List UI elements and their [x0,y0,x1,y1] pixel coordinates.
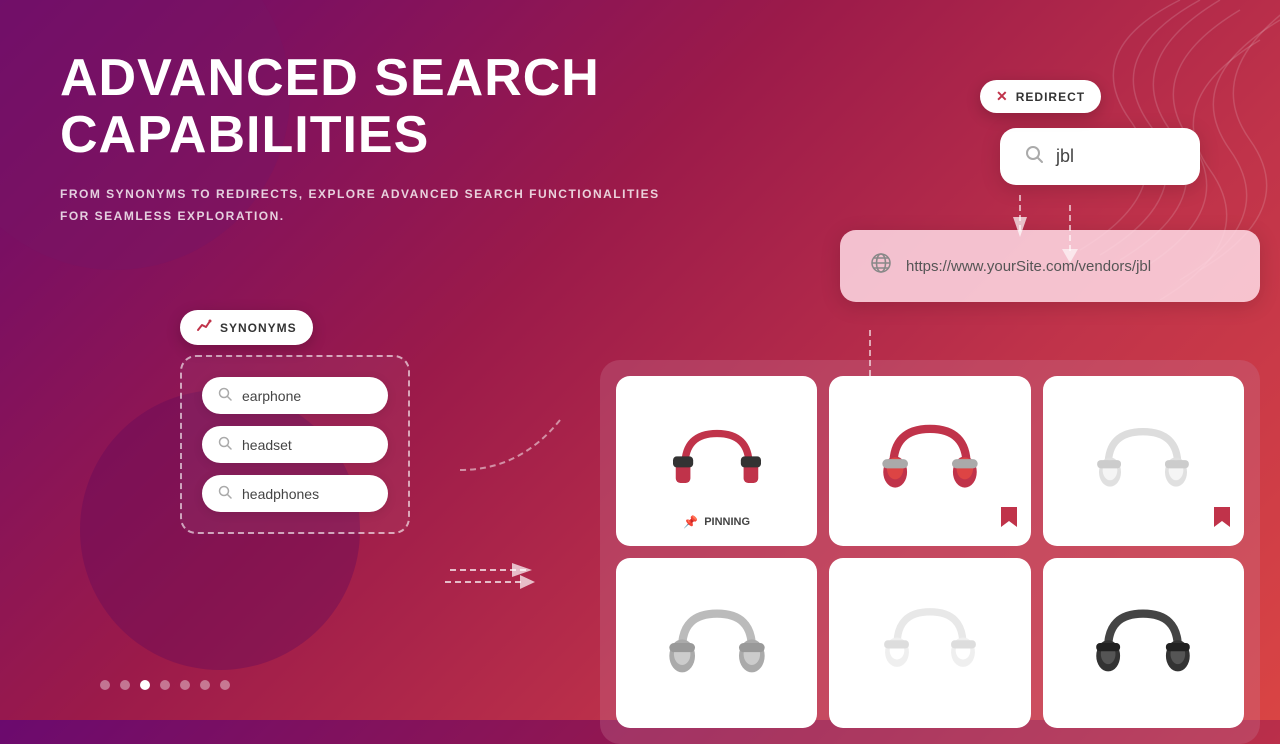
synonym-earphone-text: earphone [242,388,301,404]
arrow-right-synonyms [445,567,545,602]
headphone-grey-1 [662,588,772,698]
product-grid-container: 📌 PINNING [600,360,1260,744]
pagination-dot-5[interactable] [180,680,190,690]
synonym-item-headset[interactable]: headset [202,426,388,463]
product-grid: 📌 PINNING [616,376,1244,728]
product-card-3[interactable] [1043,376,1244,546]
pagination-dot-6[interactable] [200,680,210,690]
headphone-white-2 [875,588,985,698]
synonym-item-earphone[interactable]: earphone [202,377,388,414]
pinning-badge: 📌 PINNING [671,510,762,534]
synonym-headphones-text: headphones [242,486,319,502]
synonym-item-headphones[interactable]: headphones [202,475,388,512]
pagination-dot-3[interactable] [140,680,150,690]
headphone-red-large [875,406,985,516]
pagination [100,680,230,690]
product-card-2[interactable] [829,376,1030,546]
product-card-1[interactable]: 📌 PINNING [616,376,817,546]
product-card-6[interactable] [1043,558,1244,728]
search-icon-headset [218,436,232,453]
search-icon-headphones [218,485,232,502]
synonyms-panel: SYNONYMS earphone headset [180,310,410,534]
pagination-dot-7[interactable] [220,680,230,690]
pagination-dot-1[interactable] [100,680,110,690]
pagination-dot-2[interactable] [120,680,130,690]
pin-icon: 📌 [683,515,698,529]
synonyms-dashed-box: earphone headset headphones [180,355,410,534]
headphone-black [1088,588,1198,698]
product-card-4[interactable] [616,558,817,728]
search-icon-earphone [218,387,232,404]
headphone-red-small [662,406,772,516]
arrow-down-redirect [1055,205,1085,270]
pagination-dot-4[interactable] [160,680,170,690]
pinning-label: PINNING [704,516,750,528]
headphone-white [1088,406,1198,516]
bookmark-icon-2[interactable] [1001,507,1017,532]
product-card-5[interactable] [829,558,1030,728]
page-subtitle: FROM SYNONYMS TO REDIRECTS, EXPLORE ADVA… [60,184,760,227]
bookmark-icon-3[interactable] [1214,507,1230,532]
main-content: Advanced Search Capabilities FROM SYNONY… [0,0,1280,328]
synonym-headset-text: headset [242,437,292,453]
page-title: Advanced Search Capabilities [60,50,840,164]
arrow-down-url [855,330,885,400]
